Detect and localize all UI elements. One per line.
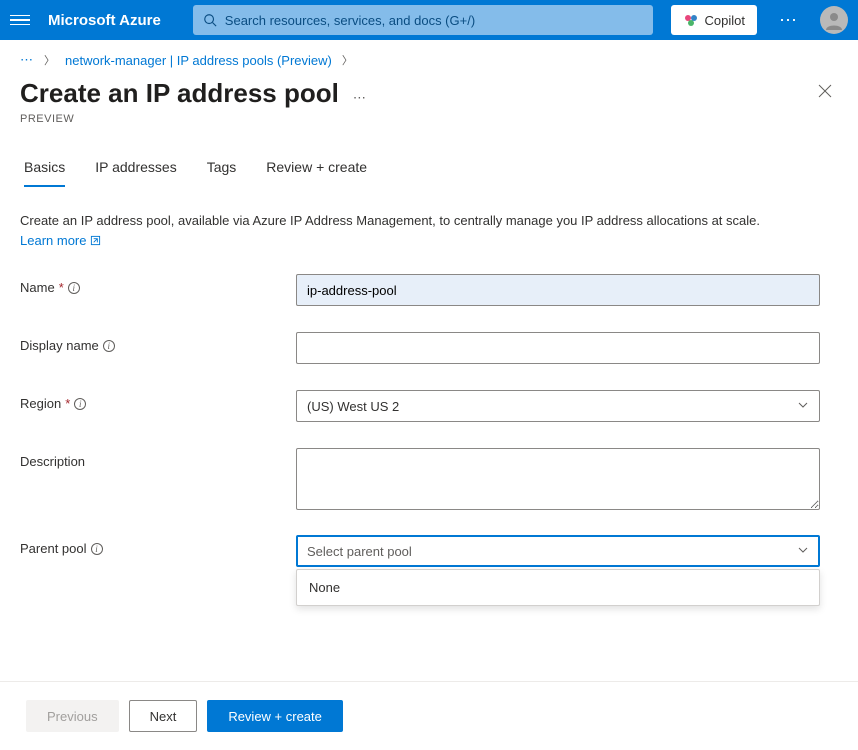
copilot-icon — [683, 12, 699, 28]
region-label: Region * i — [20, 390, 296, 411]
required-indicator: * — [65, 396, 70, 411]
breadcrumb-more-icon[interactable]: ⋯ — [20, 52, 34, 68]
next-button[interactable]: Next — [129, 700, 198, 732]
tab-tags[interactable]: Tags — [207, 159, 237, 187]
copilot-label: Copilot — [705, 13, 745, 28]
page-subtitle: PREVIEW — [0, 109, 858, 125]
learn-more-link[interactable]: Learn more — [20, 231, 101, 251]
parent-pool-option-none[interactable]: None — [297, 570, 819, 605]
name-label: Name * i — [20, 274, 296, 295]
chevron-right-icon: 〉 — [44, 52, 55, 68]
heading-row: Create an IP address pool ⋯ — [0, 74, 858, 109]
topbar-more-icon[interactable]: ⋯ — [769, 10, 808, 31]
chevron-down-icon — [797, 399, 809, 414]
form-row-parent-pool: Parent pool i Select parent pool None — [20, 535, 838, 606]
info-icon[interactable]: i — [74, 398, 86, 410]
chevron-down-icon — [797, 544, 809, 559]
parent-pool-label: Parent pool i — [20, 535, 296, 556]
form-row-name: Name * i — [20, 274, 838, 306]
info-icon[interactable]: i — [91, 543, 103, 555]
region-select[interactable]: (US) West US 2 — [296, 390, 820, 422]
tab-strip: Basics IP addresses Tags Review + create — [0, 159, 858, 187]
description-text: Create an IP address pool, available via… — [20, 213, 760, 228]
form: Name * i Display name i Region * i (US) … — [0, 250, 858, 606]
info-icon[interactable]: i — [103, 340, 115, 352]
form-row-region: Region * i (US) West US 2 — [20, 390, 838, 422]
footer-bar: Previous Next Review + create — [0, 681, 858, 750]
region-value: (US) West US 2 — [307, 399, 399, 414]
form-row-display-name: Display name i — [20, 332, 838, 364]
copilot-button[interactable]: Copilot — [671, 5, 757, 35]
display-name-input[interactable] — [296, 332, 820, 364]
description-textarea[interactable] — [296, 448, 820, 510]
chevron-right-icon: 〉 — [342, 52, 353, 68]
parent-pool-placeholder: Select parent pool — [307, 544, 412, 559]
tab-basics[interactable]: Basics — [24, 159, 65, 187]
top-bar: Microsoft Azure Copilot ⋯ — [0, 0, 858, 40]
tab-ip-addresses[interactable]: IP addresses — [95, 159, 176, 187]
breadcrumb-link[interactable]: network-manager | IP address pools (Prev… — [65, 53, 332, 68]
description-block: Create an IP address pool, available via… — [0, 187, 858, 250]
name-input[interactable] — [296, 274, 820, 306]
description-label: Description — [20, 448, 296, 469]
close-button[interactable] — [812, 78, 838, 109]
search-icon — [203, 13, 217, 27]
display-name-label: Display name i — [20, 332, 296, 353]
page-title: Create an IP address pool — [20, 78, 339, 109]
info-icon[interactable]: i — [68, 282, 80, 294]
tab-review-create[interactable]: Review + create — [266, 159, 367, 187]
review-create-button[interactable]: Review + create — [207, 700, 343, 732]
hamburger-menu-icon[interactable] — [10, 10, 30, 30]
form-row-description: Description — [20, 448, 838, 513]
breadcrumb: ⋯ 〉 network-manager | IP address pools (… — [0, 40, 858, 74]
parent-pool-dropdown: None — [296, 569, 820, 606]
required-indicator: * — [59, 280, 64, 295]
external-link-icon — [90, 235, 101, 246]
previous-button: Previous — [26, 700, 119, 732]
search-input[interactable] — [225, 13, 643, 28]
brand-label[interactable]: Microsoft Azure — [48, 12, 161, 29]
heading-more-icon[interactable]: ⋯ — [353, 90, 367, 106]
avatar[interactable] — [820, 6, 848, 34]
avatar-icon — [824, 10, 844, 30]
parent-pool-select[interactable]: Select parent pool — [296, 535, 820, 567]
search-box[interactable] — [193, 5, 653, 35]
close-icon — [818, 84, 832, 98]
